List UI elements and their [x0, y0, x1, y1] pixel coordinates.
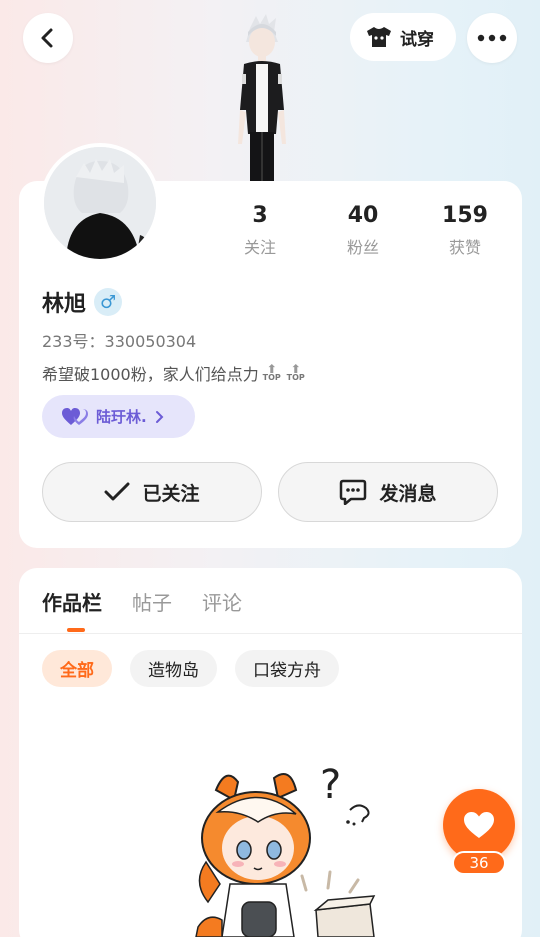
name-row: 林旭 ♂ [42, 286, 123, 318]
user-bio: 希望破1000粉，家人们给点力 ⬆ TOP ⬆ TOP [42, 361, 307, 385]
chevron-left-icon [41, 28, 53, 48]
stat-value: 3 [252, 203, 268, 228]
stat-label: 关注 [243, 238, 276, 257]
user-name: 林旭 [42, 292, 87, 317]
filter-all[interactable]: 全部 [42, 650, 112, 687]
partner-name: 陆玗林. [96, 408, 147, 426]
stat-likes[interactable]: 159 获赞 [420, 202, 510, 258]
message-label: 发消息 [379, 482, 437, 505]
back-button[interactable] [23, 13, 73, 63]
top-badge-text: TOP [262, 373, 281, 382]
more-dots-icon [477, 34, 507, 42]
stat-followers[interactable]: 40 粉丝 [318, 202, 408, 258]
stat-label: 粉丝 [346, 238, 379, 257]
tab-comments[interactable]: 评论 [202, 587, 242, 616]
message-button[interactable]: 发消息 [278, 462, 498, 522]
top-badge-icon: ⬆ TOP [262, 362, 281, 382]
svg-text:?: ? [320, 762, 341, 808]
partner-badge[interactable]: 陆玗林. [42, 395, 195, 438]
top-badge-icon: ⬆ TOP [286, 362, 305, 382]
active-tab-indicator [67, 628, 85, 632]
avatar[interactable] [40, 143, 160, 263]
stat-value: 159 [442, 203, 488, 228]
stats-row: 3 关注 40 粉丝 159 获赞 [210, 202, 510, 262]
tab-works[interactable]: 作品栏 [42, 587, 102, 616]
stat-value: 40 [347, 203, 379, 228]
checkmark-icon [104, 482, 130, 501]
filter-pocket-ark[interactable]: 口袋方舟 [235, 650, 339, 687]
filter-chips: 全部 造物岛 口袋方舟 [42, 650, 339, 687]
content-tabs: 作品栏 帖子 评论 [42, 587, 242, 616]
heart-icon [464, 812, 494, 838]
try-on-label: 试穿 [400, 29, 434, 50]
try-on-button[interactable]: 试穿 [350, 13, 456, 61]
stat-following[interactable]: 3 关注 [215, 202, 305, 258]
stat-label: 获赞 [448, 238, 481, 257]
user-id[interactable]: 233号：330050304 [42, 328, 196, 352]
double-heart-icon [62, 407, 88, 425]
follow-label: 已关注 [142, 482, 200, 505]
male-icon: ♂ [94, 288, 123, 316]
like-count: 36 [452, 851, 506, 875]
filter-creation-island[interactable]: 造物岛 [130, 650, 217, 687]
more-button[interactable] [467, 13, 517, 63]
avatar-image [44, 147, 156, 259]
tshirt-icon [367, 27, 391, 47]
chevron-right-icon [155, 410, 164, 423]
chat-bubble-icon [340, 479, 367, 505]
tab-posts[interactable]: 帖子 [132, 587, 172, 616]
avatar-figure [238, 14, 286, 184]
follow-button[interactable]: 已关注 [42, 462, 262, 522]
tabs-divider [19, 633, 522, 634]
bio-text: 希望破1000粉，家人们给点力 [42, 365, 259, 384]
empty-state-illustration: ? [195, 762, 376, 937]
top-badge-text: TOP [286, 373, 305, 382]
